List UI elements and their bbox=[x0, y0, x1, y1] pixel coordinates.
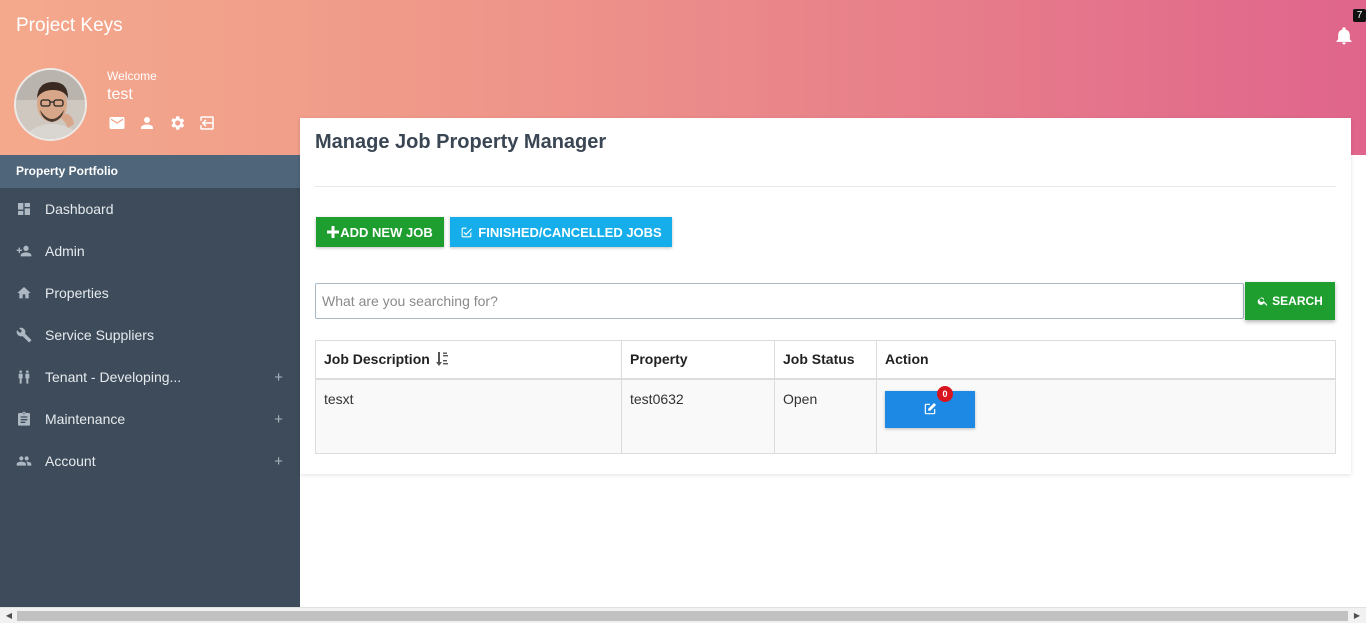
avatar[interactable] bbox=[14, 68, 87, 141]
table-header-row: Job Description Property Job Status Acti… bbox=[315, 340, 1336, 380]
sidebar-nav: Dashboard Admin Properties Service Suppl… bbox=[0, 188, 300, 607]
sidebar-item-tenant[interactable]: Tenant - Developing... + bbox=[0, 356, 300, 398]
cell-job-description: tesxt bbox=[315, 378, 622, 454]
main-card: Manage Job Property Manager ADD NEW JOB … bbox=[300, 118, 1351, 474]
add-user-icon bbox=[16, 243, 32, 259]
gear-icon[interactable] bbox=[168, 114, 186, 132]
page-title: Manage Job Property Manager bbox=[315, 131, 607, 153]
sidebar-item-label: Dashboard bbox=[45, 201, 114, 217]
sidebar-item-label: Service Suppliers bbox=[45, 327, 154, 343]
user-icon[interactable] bbox=[138, 114, 156, 132]
search-input[interactable] bbox=[315, 283, 1244, 319]
sort-icon[interactable] bbox=[435, 352, 449, 367]
group-icon bbox=[16, 453, 32, 469]
finished-cancelled-jobs-button[interactable]: FINISHED/CANCELLED JOBS bbox=[450, 217, 672, 247]
sidebar-item-label: Maintenance bbox=[45, 411, 126, 427]
plus-icon bbox=[327, 226, 340, 238]
sidebar-item-label: Account bbox=[45, 453, 96, 469]
expand-icon[interactable]: + bbox=[274, 411, 283, 428]
search-button[interactable]: SEARCH bbox=[1245, 282, 1335, 320]
wrench-icon bbox=[16, 327, 32, 343]
profile-actions bbox=[108, 114, 216, 132]
sidebar: Welcome test Property Portfolio Dashboar… bbox=[0, 0, 300, 607]
notification-badge: 7 bbox=[1353, 9, 1366, 22]
expand-icon[interactable]: + bbox=[274, 369, 283, 386]
welcome-label: Welcome bbox=[107, 69, 157, 83]
column-header-action: Action bbox=[876, 340, 1336, 380]
sidebar-item-label: Tenant - Developing... bbox=[45, 369, 182, 385]
sidebar-item-admin[interactable]: Admin bbox=[0, 230, 300, 272]
search-button-label: SEARCH bbox=[1272, 294, 1323, 308]
checkbox-edit-icon bbox=[461, 227, 473, 237]
column-header-property[interactable]: Property bbox=[621, 340, 775, 380]
username: test bbox=[107, 86, 133, 103]
add-new-job-button[interactable]: ADD NEW JOB bbox=[316, 217, 444, 247]
profile-panel: Welcome test bbox=[0, 0, 300, 155]
cell-action: 0 bbox=[876, 378, 1336, 454]
column-header-job-status[interactable]: Job Status bbox=[774, 340, 877, 380]
edit-count-badge: 0 bbox=[937, 385, 953, 402]
horizontal-scrollbar[interactable]: ◀ ▶ bbox=[0, 607, 1366, 623]
edit-icon bbox=[924, 403, 936, 415]
edit-job-button[interactable]: 0 bbox=[885, 385, 975, 428]
sidebar-item-properties[interactable]: Properties bbox=[0, 272, 300, 314]
sidebar-section-title: Property Portfolio bbox=[0, 155, 300, 188]
column-header-job-description[interactable]: Job Description bbox=[315, 340, 622, 380]
sidebar-item-dashboard[interactable]: Dashboard bbox=[0, 188, 300, 230]
scroll-right-arrow-icon[interactable]: ▶ bbox=[1351, 610, 1363, 622]
logout-icon[interactable] bbox=[198, 114, 216, 132]
mail-icon[interactable] bbox=[108, 114, 126, 132]
clipboard-icon bbox=[16, 411, 32, 427]
search-icon bbox=[1257, 297, 1268, 306]
home-icon bbox=[16, 285, 32, 301]
sidebar-item-account[interactable]: Account + bbox=[0, 440, 300, 482]
sidebar-item-maintenance[interactable]: Maintenance + bbox=[0, 398, 300, 440]
search-bar: SEARCH bbox=[315, 282, 1336, 320]
people-icon bbox=[16, 369, 32, 385]
sidebar-item-label: Admin bbox=[45, 243, 85, 259]
dashboard-icon bbox=[16, 201, 32, 217]
bell-icon[interactable] bbox=[1334, 26, 1354, 46]
cell-property: test0632 bbox=[621, 378, 775, 454]
scroll-left-arrow-icon[interactable]: ◀ bbox=[3, 610, 15, 622]
avatar-image bbox=[16, 70, 85, 139]
sidebar-item-label: Properties bbox=[45, 285, 109, 301]
scrollbar-thumb[interactable] bbox=[17, 611, 1348, 621]
add-new-job-label: ADD NEW JOB bbox=[340, 224, 433, 240]
table-row: tesxt test0632 Open 0 bbox=[315, 378, 1336, 454]
cell-job-status: Open bbox=[774, 378, 877, 454]
expand-icon[interactable]: + bbox=[274, 453, 283, 470]
sidebar-item-service-suppliers[interactable]: Service Suppliers bbox=[0, 314, 300, 356]
jobs-table: Job Description Property Job Status Acti… bbox=[315, 340, 1336, 454]
finished-cancelled-jobs-label: FINISHED/CANCELLED JOBS bbox=[478, 224, 662, 240]
divider bbox=[315, 186, 1336, 187]
